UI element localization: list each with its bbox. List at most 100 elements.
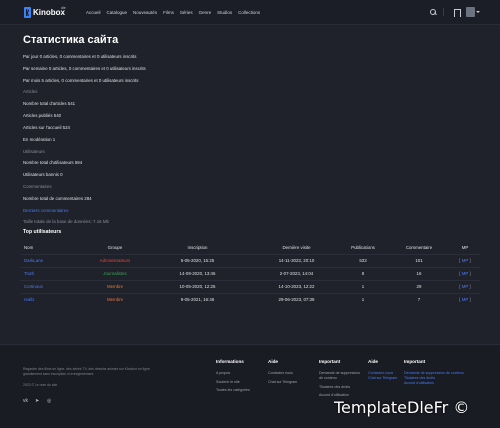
- page-title: Статистика сайта: [23, 34, 119, 46]
- watermark: TemplateDleFr ©: [334, 398, 470, 417]
- footer-col-heading: Aide: [368, 359, 378, 364]
- footer-col-aide-2: Aide Contactez-nous Chat sur Telegram: [368, 359, 397, 381]
- user-name-link[interactable]: reallz: [24, 297, 35, 302]
- stat-week: Par semaine 0 articles, 0 commentaires e…: [23, 66, 146, 71]
- footer-link-telegram[interactable]: Chat sur Telegram: [268, 380, 297, 384]
- user-last-visit: 14-11-2023, 20:10: [255, 253, 338, 267]
- footer-link-accord[interactable]: Accord d'utilisation: [319, 393, 363, 397]
- nav-item-genre[interactable]: Genre: [199, 10, 212, 15]
- user-comments: 7: [388, 292, 450, 306]
- table-row: Truth Journalistes 14-09-2020, 13:46 2-07-2…: [20, 266, 480, 280]
- footer-link-titulaires-2[interactable]: Titulaires des droits: [404, 376, 464, 380]
- nav-item-catalogue[interactable]: Catalogue: [107, 10, 128, 15]
- footer-link-contact[interactable]: Contactez nous: [268, 371, 297, 375]
- col-registered: Inscription: [187, 244, 208, 250]
- user-comments: 101: [388, 253, 450, 267]
- stat-day: Par jour 0 articles, 0 commentaires et 0…: [23, 54, 137, 59]
- col-name: Nom: [24, 244, 34, 250]
- user-publications: 533: [338, 253, 388, 267]
- nav-item-accueil[interactable]: Accueil: [86, 10, 101, 15]
- col-last-visit: Dernière visite: [282, 244, 311, 250]
- footer-link-suppression-2[interactable]: Demande de suppression de contenu: [404, 371, 464, 375]
- footer-link-contact-2[interactable]: Contactez-nous: [368, 371, 397, 375]
- user-publications: 1: [338, 292, 388, 306]
- table-row: reallz Membre 9-05-2021, 16:46 29-06-2023, …: [20, 292, 480, 306]
- stat-moderation: En modération 1: [23, 137, 56, 142]
- nav-item-series[interactable]: Séries: [180, 10, 193, 15]
- footer-col-aide: Aide Contactez nous Chat sur Telegram: [268, 359, 297, 388]
- user-registered: 14-09-2020, 13:46: [140, 266, 255, 280]
- vk-icon[interactable]: vk: [23, 398, 29, 404]
- footer-link-soutenir[interactable]: Soutenir le site: [216, 380, 250, 384]
- nav-item-studios[interactable]: Studios: [217, 10, 232, 15]
- col-group: Groupe: [107, 244, 123, 250]
- site-logo[interactable]: Kinobox dle: [24, 6, 66, 19]
- footer-col-heading: Aide: [268, 359, 278, 364]
- footer-link-accord-2[interactable]: Accord d'utilisation: [404, 381, 464, 385]
- search-icon[interactable]: [429, 8, 437, 16]
- user-group: Administrateurs: [99, 258, 131, 263]
- user-group: Membre: [106, 284, 124, 289]
- bookmark-icon[interactable]: [452, 8, 461, 17]
- stat-total-comments: Nombre total de commentaires 284: [23, 196, 92, 201]
- footer-col-informations: Informations A propos Soutenir le site T…: [216, 359, 250, 397]
- user-publications: 1: [338, 279, 388, 293]
- footer-col-important-2: Important Demande de suppression de cont…: [404, 359, 464, 386]
- user-group: Journalistes: [103, 271, 127, 276]
- footer-col-important: Important Demande de suppression de cont…: [319, 359, 363, 402]
- footer-social: vk ➤ ◎: [23, 398, 53, 404]
- stat-total-users: Nombre total d'utilisateurs 594: [23, 160, 83, 165]
- stat-home-articles: Articles sur l'accueil 524: [23, 125, 70, 130]
- header-divider: [443, 8, 444, 16]
- user-last-visit: 2-07-2023, 14:04: [255, 266, 338, 280]
- stat-db-size: Taille totale de la base de données: 7.1…: [23, 219, 109, 224]
- user-registered: 5-05-2020, 15:25: [140, 253, 255, 267]
- nav-item-collections[interactable]: Collections: [238, 10, 260, 15]
- table-row: DarkLane Administrateurs 5-05-2020, 15:25 1…: [20, 253, 480, 267]
- footer-col-heading: Informations: [216, 359, 244, 364]
- col-comments: Commentaire: [405, 244, 433, 250]
- footer-link-a-propos[interactable]: A propos: [216, 371, 250, 375]
- top-users-table: Nom Groupe Inscription Dernière visite P…: [20, 241, 480, 306]
- user-last-visit: 29-06-2023, 07:38: [255, 292, 338, 306]
- user-name-link[interactable]: DarkLane: [24, 258, 43, 263]
- logo-mark-icon: [24, 7, 31, 18]
- user-registered: 10-05-2020, 12:25: [140, 279, 255, 293]
- user-comments: 29: [388, 279, 450, 293]
- user-last-visit: 14-10-2023, 12:22: [255, 279, 338, 293]
- col-pm: MP: [461, 244, 469, 250]
- user-group: Membre: [106, 297, 124, 303]
- site-header: Kinobox dle Accueil Catalogue Nouveautés…: [0, 0, 500, 25]
- footer-link-telegram-2[interactable]: Chat sur Telegram: [368, 376, 397, 380]
- stat-total-articles: Nombre total d'articles 541: [23, 101, 76, 106]
- stat-published-articles: Articles publiés 540: [23, 113, 62, 118]
- user-name-link[interactable]: Truth: [24, 271, 34, 276]
- footer-col-heading: Important: [404, 359, 426, 364]
- footer-link-suppression[interactable]: Demande de suppression de contenu: [319, 371, 363, 380]
- stat-banned-users: Utilisateurs bannis 0: [23, 172, 63, 177]
- table-row: Cortinous Membre 10-05-2020, 12:25 14-10-20…: [20, 279, 480, 293]
- col-publications: Publications: [351, 244, 375, 250]
- main-nav: Accueil Catalogue Nouveautés Films Série…: [86, 10, 260, 15]
- footer-link-categories[interactable]: Toutes les catégories: [216, 388, 250, 392]
- section-articles-heading: Articles: [23, 89, 38, 94]
- latest-comments-link[interactable]: Derniers commentaires: [23, 208, 68, 213]
- instagram-icon[interactable]: ◎: [47, 398, 53, 404]
- footer-copyright: 2023 © Le nom du site: [23, 383, 58, 387]
- telegram-icon[interactable]: ➤: [35, 398, 41, 404]
- user-registered: 9-05-2021, 16:46: [140, 292, 255, 306]
- footer-about: Regarder des films en ligne, des séries …: [23, 367, 150, 376]
- footer-col-heading: Important: [319, 359, 341, 364]
- nav-item-nouveautes[interactable]: Nouveautés: [133, 10, 157, 15]
- user-comments: 16: [388, 266, 450, 280]
- table-header-row: Nom Groupe Inscription Dernière visite P…: [20, 241, 480, 254]
- user-publications: 8: [338, 266, 388, 280]
- user-avatar[interactable]: [466, 7, 480, 17]
- footer-link-titulaires[interactable]: Titulaires des droits: [319, 385, 363, 389]
- nav-item-films[interactable]: Films: [163, 10, 174, 15]
- top-users-title: Top utilisateurs: [23, 229, 62, 235]
- section-users-heading: Utilisateurs: [23, 149, 45, 154]
- logo-sup: dle: [61, 6, 66, 10]
- user-name-link[interactable]: Cortinous: [24, 284, 43, 289]
- stat-month: Par mois 5 articles, 0 commentaires et 0…: [23, 78, 139, 83]
